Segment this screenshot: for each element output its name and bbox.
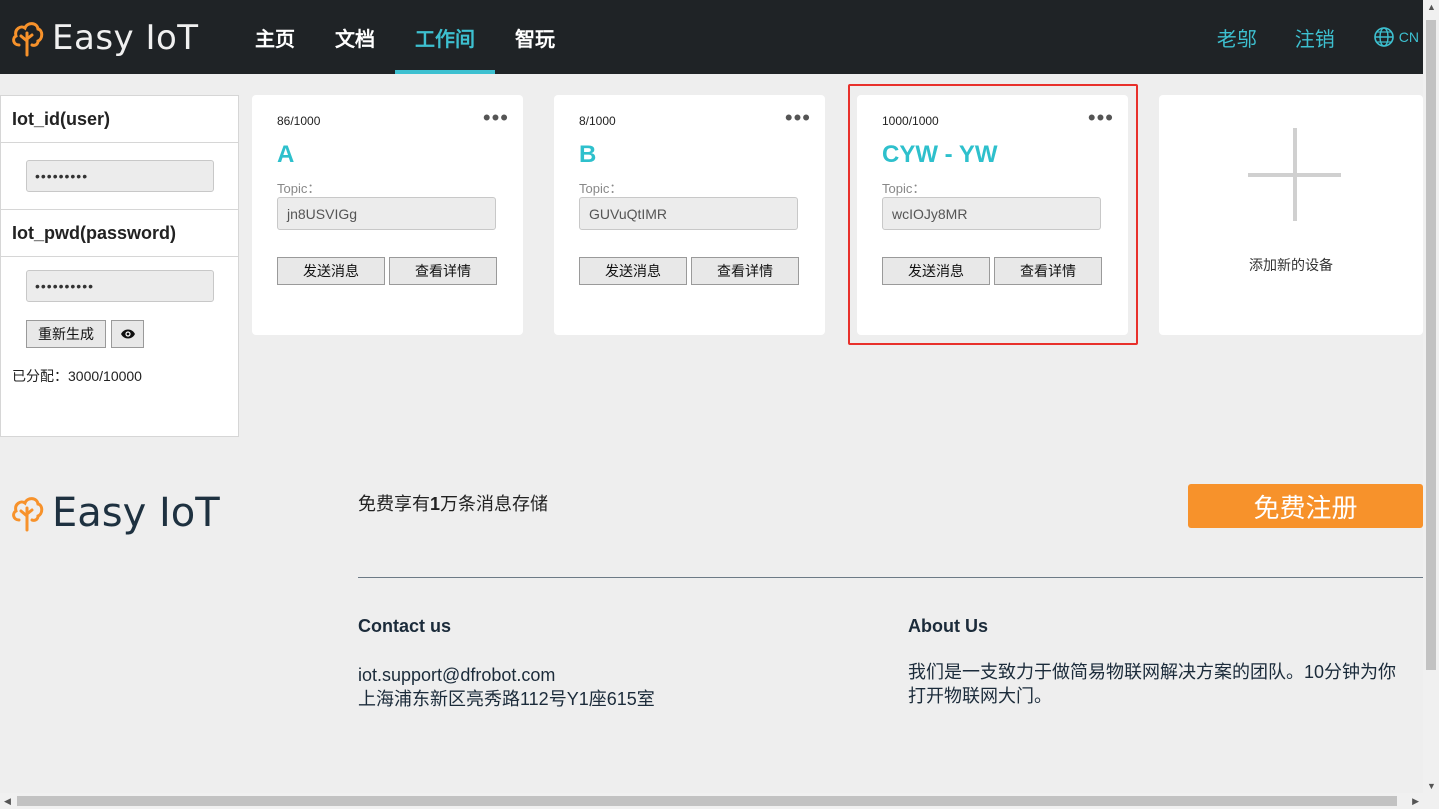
send-message-button[interactable]: 发送消息 — [579, 257, 687, 285]
scroll-up-icon[interactable]: ▲ — [1427, 2, 1436, 12]
topic-field[interactable]: jn8USVIGg — [277, 197, 496, 230]
more-options-icon[interactable]: ••• — [785, 107, 811, 129]
credential-actions: 重新生成 — [1, 314, 238, 354]
iot-id-field[interactable]: ••••••••• — [26, 160, 214, 192]
language-switch[interactable]: CN — [1373, 26, 1419, 48]
topic-value: jn8USVIGg — [287, 205, 358, 222]
topic-value: GUVuQtIMR — [589, 205, 668, 222]
nav-home[interactable]: 主页 — [235, 0, 315, 74]
send-message-button[interactable]: 发送消息 — [277, 257, 385, 285]
user-area: 老邬 注销 CN — [1217, 0, 1439, 74]
iot-id-value: ••••••••• — [35, 168, 89, 184]
footer-divider — [358, 577, 1423, 578]
contact-address: 上海浦东新区亮秀路112号Y1座615室 — [358, 689, 655, 709]
cloud-tree-icon — [12, 22, 44, 57]
logo-text: Easy IoT — [52, 18, 199, 58]
device-card: 8/1000 ••• B Topic： GUVuQtIMR 发送消息 查看详情 — [554, 95, 825, 335]
horizontal-scroll-thumb[interactable] — [17, 796, 1397, 806]
message-count: 86/1000 — [277, 114, 321, 128]
iot-pwd-label: Iot_pwd(password) — [1, 210, 238, 257]
scroll-right-icon[interactable]: ▶ — [1412, 796, 1419, 807]
cloud-tree-icon — [12, 497, 44, 532]
iot-pwd-section: •••••••••• — [1, 257, 238, 314]
regenerate-button[interactable]: 重新生成 — [26, 320, 106, 348]
add-device-card[interactable]: 添加新的设备 — [1159, 95, 1423, 335]
footer-logo-text: Easy IoT — [52, 490, 220, 536]
nav-play[interactable]: 智玩 — [495, 0, 575, 74]
about-title: About Us — [908, 616, 988, 636]
vertical-scrollbar[interactable]: ▲ ▼ — [1423, 0, 1439, 793]
view-details-button[interactable]: 查看详情 — [691, 257, 799, 285]
contact-email[interactable]: iot.support@dfrobot.com — [358, 663, 655, 687]
promo-text: 免费享有1万条消息存储 — [358, 490, 548, 516]
contact-title: Contact us — [358, 616, 452, 636]
show-password-button[interactable] — [111, 320, 144, 348]
promo-suffix: 万条消息存储 — [440, 494, 549, 514]
about-text: 我们是一支致力于做简易物联网解决方案的团队。10分钟为你打开物联网大门。 — [908, 662, 1397, 706]
scroll-left-icon[interactable]: ◀ — [4, 796, 11, 807]
device-name: B — [579, 141, 597, 168]
logo[interactable]: Easy IoT — [10, 18, 199, 58]
more-options-icon[interactable]: ••• — [483, 107, 509, 129]
globe-icon — [1373, 27, 1394, 47]
topic-field[interactable]: GUVuQtIMR — [579, 197, 798, 230]
plus-icon-vertical — [1293, 128, 1297, 221]
language-label: CN — [1398, 29, 1419, 45]
promo-bold: 1 — [430, 494, 441, 514]
iot-pwd-field[interactable]: •••••••••• — [26, 269, 214, 302]
iot-id-label: Iot_id(user) — [1, 96, 238, 143]
nav-workspace[interactable]: 工作间 — [395, 0, 495, 74]
iot-id-section: ••••••••• — [1, 143, 238, 210]
quota-info: 已分配：3000/10000 — [1, 366, 238, 386]
contact-info: iot.support@dfrobot.com 上海浦东新区亮秀路112号Y1座… — [358, 663, 655, 711]
iot-pwd-value: •••••••••• — [35, 277, 95, 294]
logout-link[interactable]: 注销 — [1295, 23, 1335, 52]
quota-label: 已分配： — [12, 368, 68, 384]
horizontal-scrollbar[interactable]: ◀ ▶ — [0, 793, 1439, 809]
topic-label: Topic： — [579, 181, 623, 196]
message-count: 8/1000 — [579, 114, 616, 128]
register-button[interactable]: 免费注册 — [1188, 484, 1423, 528]
eye-icon — [120, 329, 135, 339]
footer-logo[interactable]: Easy IoT — [10, 490, 220, 536]
credentials-panel: Iot_id(user) ••••••••• Iot_pwd(password)… — [0, 95, 239, 437]
scroll-down-icon[interactable]: ▼ — [1427, 781, 1436, 791]
topic-label: Topic： — [277, 181, 321, 196]
quota-value: 3000/10000 — [68, 368, 142, 384]
user-name-link[interactable]: 老邬 — [1217, 23, 1257, 52]
selection-highlight — [848, 84, 1138, 345]
add-device-label: 添加新的设备 — [1249, 257, 1333, 273]
vertical-scroll-thumb[interactable] — [1426, 20, 1436, 670]
nav-docs[interactable]: 文档 — [315, 0, 395, 74]
top-nav-bar: Easy IoT 主页 文档 工作间 智玩 老邬 注销 CN — [0, 0, 1439, 74]
device-card: 86/1000 ••• A Topic： jn8USVIGg 发送消息 查看详情 — [252, 95, 523, 335]
view-details-button[interactable]: 查看详情 — [389, 257, 497, 285]
device-name: A — [277, 141, 295, 168]
main-nav: 主页 文档 工作间 智玩 — [235, 0, 575, 74]
promo-prefix: 免费享有 — [358, 494, 430, 514]
